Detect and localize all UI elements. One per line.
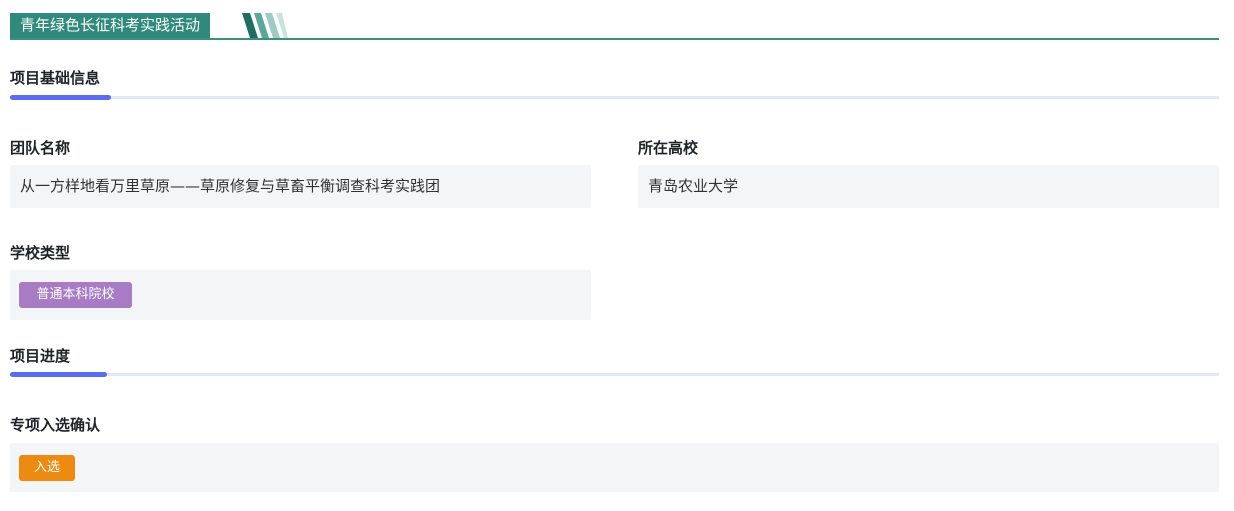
team-name-label: 团队名称 xyxy=(10,139,71,157)
section-title-progress: 项目进度 xyxy=(10,347,71,365)
page-banner: 青年绿色长征科考实践活动 xyxy=(10,13,1219,40)
university-field: 青岛农业大学 xyxy=(638,165,1219,208)
banner-title: 青年绿色长征科考实践活动 xyxy=(10,13,211,38)
team-name-field: 从一方样地看万里草原——草原修复与草畜平衡调查科考实践团 xyxy=(10,165,591,208)
banner-stripes-decoration xyxy=(242,13,288,38)
team-name-value: 从一方样地看万里草原——草原修复与草畜平衡调查科考实践团 xyxy=(20,177,441,195)
selection-confirm-label: 专项入选确认 xyxy=(10,416,101,434)
section-divider-progress xyxy=(10,372,1219,377)
section-divider-basic-info xyxy=(10,95,1219,100)
selection-confirm-field: 入选 xyxy=(10,443,1219,492)
school-type-tag: 普通本科院校 xyxy=(19,282,132,308)
section-title-basic-info: 项目基础信息 xyxy=(10,69,101,87)
school-type-label: 学校类型 xyxy=(10,244,71,262)
school-type-field: 普通本科院校 xyxy=(10,270,591,320)
selection-status-tag: 入选 xyxy=(19,455,75,481)
university-label: 所在高校 xyxy=(638,139,699,157)
university-value: 青岛农业大学 xyxy=(648,177,739,195)
banner-underline xyxy=(10,38,1219,40)
